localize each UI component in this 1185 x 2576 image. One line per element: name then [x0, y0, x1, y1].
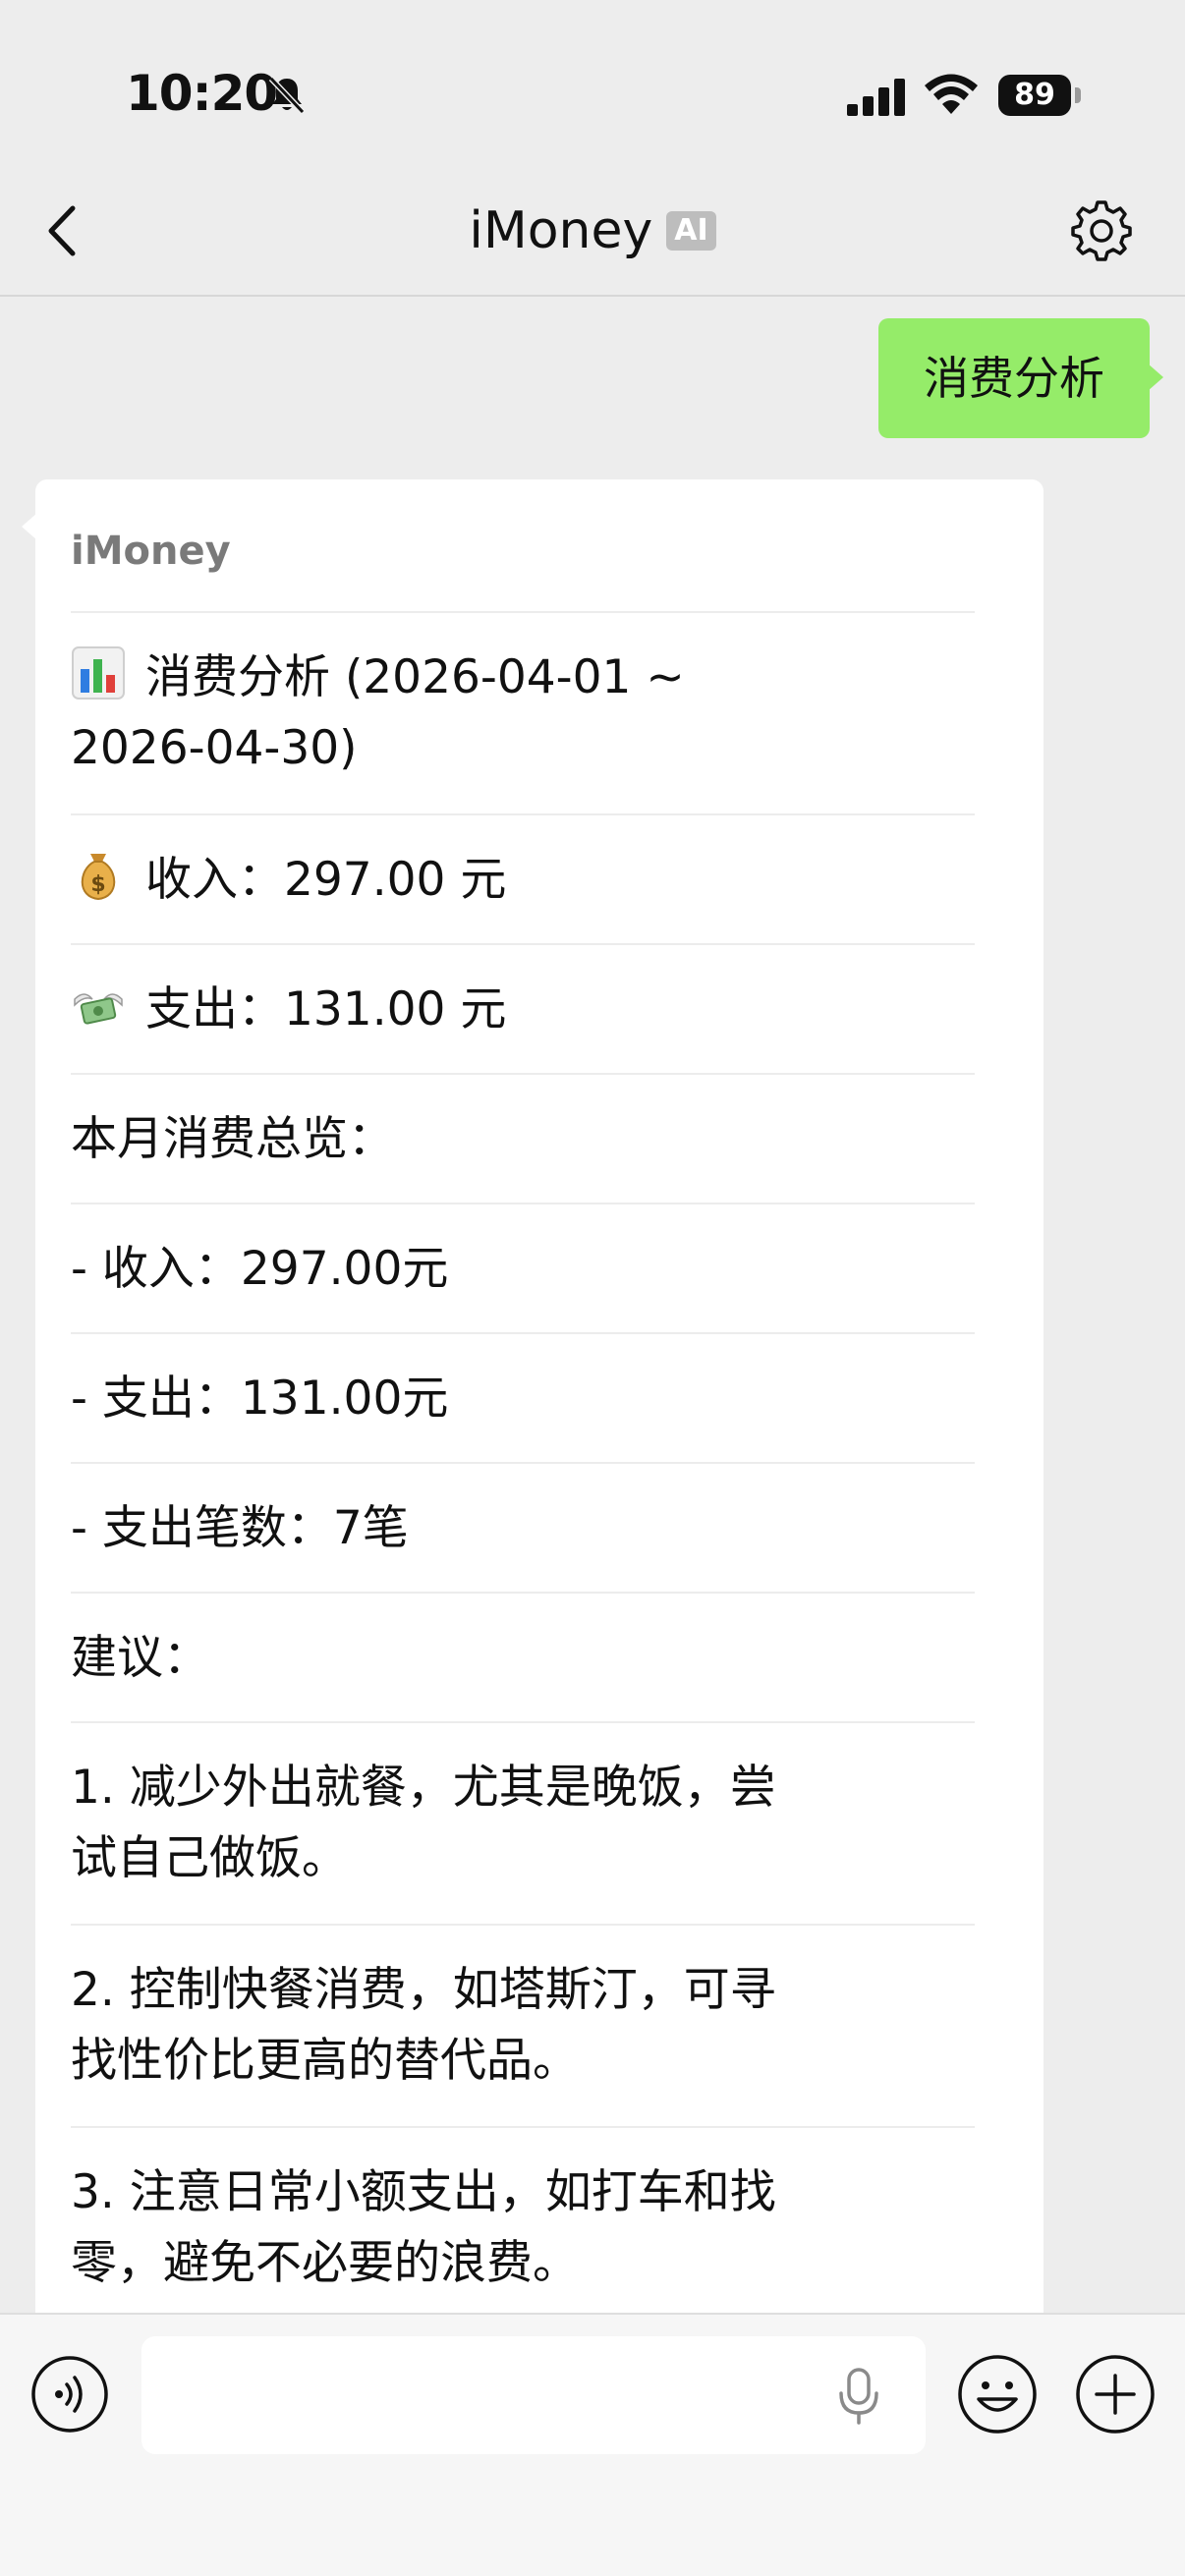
overview-expense: - 支出：131.00元	[71, 1372, 449, 1426]
svg-text:$: $	[90, 872, 105, 897]
summary-title-row: 消费分析 (2026-04-01 ~ 2026-04-30)	[71, 611, 975, 784]
summary-title-line1: 消费分析 (2026-04-01 ~	[145, 650, 685, 704]
message-input[interactable]	[141, 2336, 926, 2454]
overview-heading: 本月消费总览：	[71, 1112, 394, 1166]
advice-heading-row: 建议：	[71, 1592, 975, 1694]
income-row: $ 收入：297.00 元	[71, 813, 975, 916]
summary-title-line2: 2026-04-30)	[71, 721, 358, 775]
chat-screen: 10:20 89 iMoney AI 消费分析 iMoney 消费分析 (202…	[0, 0, 1185, 2576]
bot-message-card[interactable]: iMoney 消费分析 (2026-04-01 ~ 2026-04-30) $ …	[22, 479, 1044, 2313]
overview-count-row: - 支出笔数：7笔	[71, 1462, 975, 1564]
user-message-bubble[interactable]: 消费分析	[878, 318, 1163, 438]
overview-expense-row: - 支出：131.00元	[71, 1332, 975, 1434]
emoji-face-icon[interactable]	[955, 2352, 1040, 2436]
battery-cap	[1075, 87, 1081, 103]
advice-1-line1: 1. 减少外出就餐，尤其是晚饭，尝	[71, 1761, 776, 1815]
money-with-wings-icon	[74, 993, 123, 1025]
money-bag-icon: $	[81, 854, 116, 901]
advice-1-line2: 试自己做饭。	[71, 1831, 348, 1885]
status-time: 10:20	[126, 65, 278, 122]
battery-indicator: 89	[998, 75, 1081, 116]
microphone-icon[interactable]	[831, 2366, 886, 2427]
page-title: iMoney	[469, 201, 653, 260]
advice-heading: 建议：	[71, 1631, 209, 1685]
cellular-signal-icon	[847, 79, 905, 116]
income-text: 收入：297.00 元	[145, 853, 507, 907]
sender-name: iMoney	[71, 529, 231, 574]
status-bar: 10:20 89	[0, 0, 1185, 167]
voice-input-icon[interactable]	[29, 2354, 110, 2435]
battery-level: 89	[998, 75, 1071, 116]
expense-row: 支出：131.00 元	[71, 943, 975, 1045]
overview-income-row: - 收入：297.00元	[71, 1203, 975, 1305]
overview-income: - 收入：297.00元	[71, 1242, 449, 1296]
advice-2-line1: 2. 控制快餐消费，如塔斯汀，可寻	[71, 1963, 776, 2017]
ai-badge: AI	[666, 211, 716, 251]
chat-area[interactable]: 消费分析 iMoney 消费分析 (2026-04-01 ~ 2026-04-3…	[0, 297, 1185, 2313]
advice-3-line1: 3. 注意日常小额支出，如打车和找	[71, 2165, 776, 2219]
advice-item-1: 1. 减少外出就餐，尤其是晚饭，尝 试自己做饭。	[71, 1721, 975, 1894]
wifi-icon	[925, 74, 978, 114]
nav-bar: iMoney AI	[0, 167, 1185, 297]
overview-count: - 支出笔数：7笔	[71, 1501, 409, 1555]
gear-icon[interactable]	[1069, 198, 1134, 263]
overview-heading-row: 本月消费总览：	[71, 1073, 975, 1175]
expense-text: 支出：131.00 元	[145, 982, 507, 1036]
advice-2-line2: 找性价比更高的替代品。	[71, 2034, 579, 2088]
advice-item-3: 3. 注意日常小额支出，如打车和找 零，避免不必要的浪费。	[71, 2126, 975, 2299]
advice-item-2: 2. 控制快餐消费，如塔斯汀，可寻 找性价比更高的替代品。	[71, 1924, 975, 2097]
bell-slash-icon	[268, 76, 306, 115]
bar-chart-icon	[72, 646, 125, 700]
advice-3-line2: 零，避免不必要的浪费。	[71, 2236, 579, 2290]
input-bar	[0, 2313, 1185, 2576]
plus-icon[interactable]	[1073, 2352, 1157, 2436]
nav-title-group: iMoney AI	[0, 200, 1185, 261]
